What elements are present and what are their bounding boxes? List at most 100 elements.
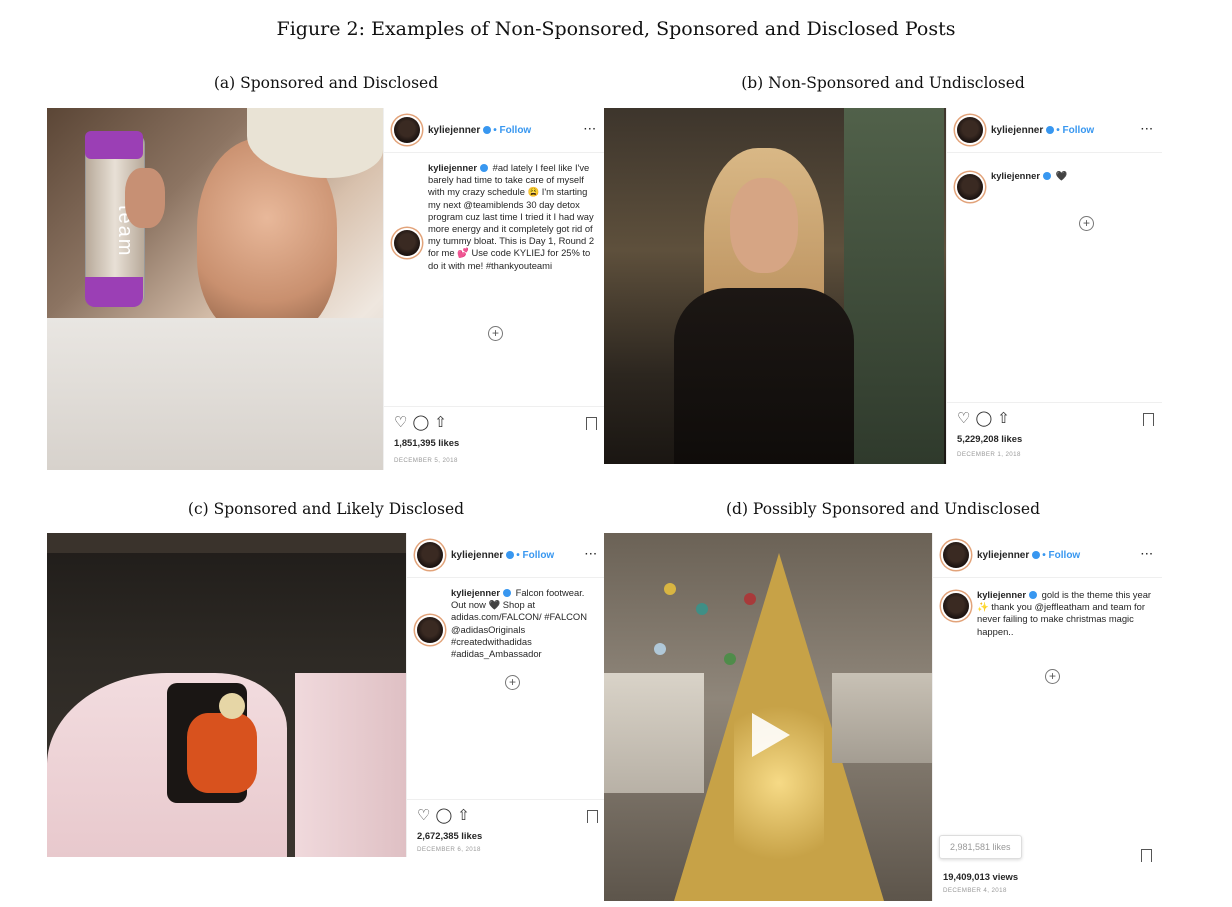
caption: kyliejenner gold is the theme this year … [977,589,1153,638]
plus-circle-icon[interactable]: + [1045,669,1060,684]
likes-count[interactable]: 2,672,385 likes [417,830,482,841]
actions-bar: ♡◯⇧ 5,229,208 likes DECEMBER 1, 2018 [947,402,1162,464]
share-icon[interactable]: ⇧ [457,807,475,824]
follow-button[interactable]: • Follow [493,125,531,136]
coat-shape [674,288,854,464]
play-icon[interactable] [752,713,790,757]
staircase [604,673,704,793]
verified-icon [1029,591,1037,599]
caption-username[interactable]: kyliejenner [428,162,477,173]
share-icon[interactable]: ⇧ [997,410,1015,427]
background-wall [844,108,944,464]
caption-username[interactable]: kyliejenner [991,170,1040,181]
comment-icon[interactable]: ◯ [412,414,434,431]
bookmark-icon[interactable] [586,417,597,430]
likes-count[interactable]: 1,851,395 likes [394,437,459,448]
username[interactable]: kyliejenner [451,550,503,561]
post-c: kyliejenner • Follow ··· kyliejenner Falc… [47,533,605,857]
post-date: DECEMBER 5, 2018 [394,457,458,464]
head-shape [219,693,245,719]
side-panel-b: kyliejenner • Follow ··· kyliejenner 🖤 + … [946,108,1162,464]
caption-avatar[interactable] [394,230,420,256]
verified-icon [1046,126,1055,134]
caption-avatar[interactable] [957,174,983,200]
likes-count[interactable]: 5,229,208 likes [957,433,1022,444]
post-header-a: kyliejenner • Follow ··· [384,108,605,153]
wall-frames [832,673,932,763]
bookmark-icon[interactable] [1143,413,1154,426]
post-header-b: kyliejenner • Follow ··· [947,108,1162,153]
bookmark-icon[interactable] [587,810,598,823]
ornament [654,643,666,655]
subcaption-b: (b) Non-Sponsored and Undisclosed [741,74,1025,92]
follow-button[interactable]: • Follow [516,550,554,561]
heart-icon[interactable]: ♡ [394,414,412,431]
comment-icon[interactable]: ◯ [435,807,457,824]
follow-button[interactable]: • Follow [1042,550,1080,561]
actions-bar: ♡◯⇧ 1,851,395 likes DECEMBER 5, 2018 [384,406,605,470]
post-photo-d[interactable] [604,533,932,901]
plus-circle-icon[interactable]: + [488,326,503,341]
post-a: team kyliejenner • Follow ··· kyliejenner… [47,108,605,470]
heart-icon[interactable]: ♡ [417,807,435,824]
caption-avatar[interactable] [943,593,969,619]
post-b: kyliejenner • Follow ··· kyliejenner 🖤 + … [604,108,1162,464]
actions-bar: ♡◯⇧ 2,672,385 likes DECEMBER 6, 2018 [407,799,605,857]
likes-tooltip: 2,981,581 likes [939,835,1022,859]
verified-icon [1032,551,1041,559]
subcaption-a: (a) Sponsored and Disclosed [213,74,439,92]
shirt-shape [47,318,383,470]
subcaption-c: (c) Sponsored and Likely Disclosed [187,500,465,518]
bookmark-icon[interactable] [1141,849,1152,862]
plus-circle-icon[interactable]: + [505,675,520,690]
post-d: kyliejenner • Follow ··· kyliejenner gold… [604,533,1162,901]
caption-username[interactable]: kyliejenner [451,587,500,598]
caption: kyliejenner 🖤 [991,170,1151,182]
ornament [744,593,756,605]
verified-icon [503,589,511,597]
caption-avatar[interactable] [417,617,443,643]
face-shape [730,178,798,273]
heart-icon[interactable]: ♡ [957,410,975,427]
post-photo-a[interactable]: team [47,108,383,470]
post-header-c: kyliejenner • Follow ··· [407,533,605,578]
more-options-icon[interactable]: ··· [1141,124,1154,135]
username[interactable]: kyliejenner [977,550,1029,561]
side-panel-c: kyliejenner • Follow ··· kyliejenner Falc… [406,533,605,857]
post-photo-c[interactable] [47,533,406,857]
more-options-icon[interactable]: ··· [584,124,597,135]
verified-icon [480,164,488,172]
ornament [696,603,708,615]
caption: kyliejenner Falcon footwear. Out now 🖤 S… [451,587,601,660]
username[interactable]: kyliejenner [428,125,480,136]
avatar[interactable] [957,117,983,143]
post-photo-b[interactable] [604,108,946,464]
verified-icon [1043,172,1051,180]
verified-icon [506,551,515,559]
more-options-icon[interactable]: ··· [585,549,598,560]
caption: kyliejenner #ad lately I feel like I've … [428,162,598,272]
post-date: DECEMBER 1, 2018 [957,451,1021,458]
person-shape [187,713,257,793]
share-icon[interactable]: ⇧ [434,414,452,431]
comment-icon[interactable]: ◯ [975,410,997,427]
post-date: DECEMBER 4, 2018 [943,887,1007,894]
follow-button[interactable]: • Follow [1056,125,1094,136]
plus-circle-icon[interactable]: + [1079,216,1094,231]
views-count[interactable]: 19,409,013 views [943,871,1018,882]
ornament [664,583,676,595]
car-door [295,673,406,857]
avatar[interactable] [943,542,969,568]
caption-username[interactable]: kyliejenner [977,589,1026,600]
username[interactable]: kyliejenner [991,125,1043,136]
avatar[interactable] [417,542,443,568]
verified-icon [483,126,492,134]
hand-shape [125,168,165,228]
ceiling [47,533,406,553]
post-date: DECEMBER 6, 2018 [417,846,481,853]
more-options-icon[interactable]: ··· [1141,549,1154,560]
side-panel-d: kyliejenner • Follow ··· kyliejenner gold… [932,533,1162,901]
side-panel-a: kyliejenner • Follow ··· kyliejenner #ad … [383,108,605,470]
figure-title: Figure 2: Examples of Non-Sponsored, Spo… [276,18,956,40]
avatar[interactable] [394,117,420,143]
